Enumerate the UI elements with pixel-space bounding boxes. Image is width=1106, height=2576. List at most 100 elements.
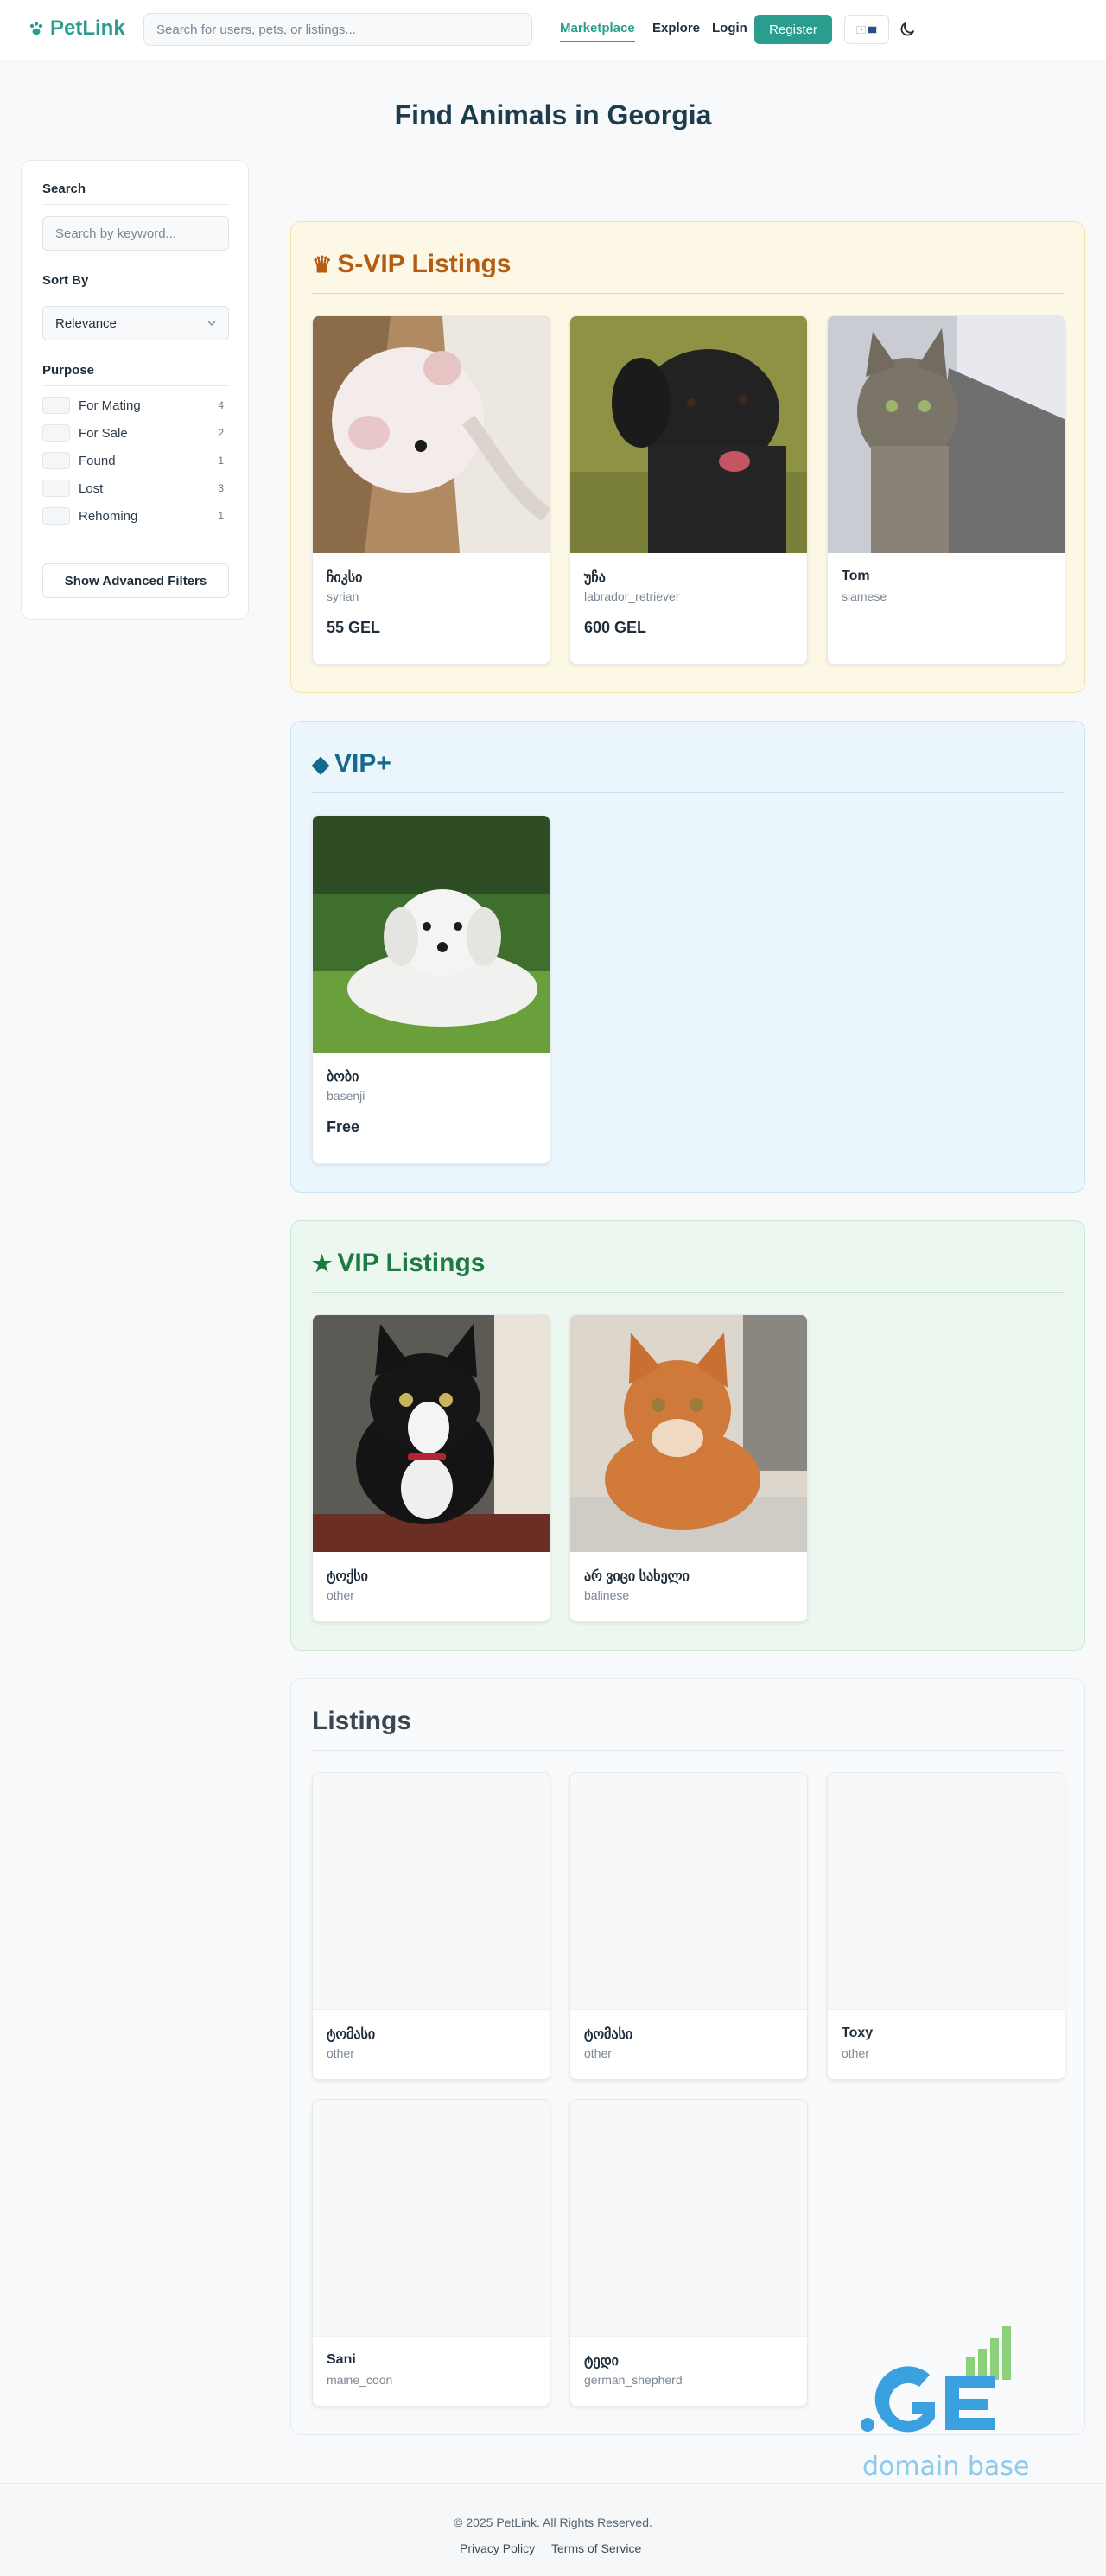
divider	[42, 385, 229, 386]
domain-base-watermark: domain base	[861, 2326, 1029, 2482]
divider	[42, 204, 229, 205]
listing-card[interactable]: ტომასი other	[569, 1772, 808, 2080]
section-title: ★ VIP Listings	[312, 1249, 485, 1278]
petlink-logo[interactable]: PetLink	[28, 16, 125, 41]
pet-name: უჩა	[584, 570, 606, 585]
pet-breed: labrador_retriever	[584, 589, 680, 603]
flag-georgia-icon	[856, 25, 866, 34]
pet-name: ჩიკსი	[327, 570, 363, 585]
pet-breed: other	[584, 2046, 612, 2060]
checkbox[interactable]	[42, 397, 70, 414]
global-search-input[interactable]	[144, 14, 531, 45]
paw-icon	[29, 22, 43, 35]
pet-price: 600 GEL	[584, 619, 647, 636]
checkbox[interactable]	[42, 480, 70, 497]
purpose-count: 2	[218, 427, 224, 439]
pet-breed: other	[327, 2046, 354, 2060]
pet-name: ტომასი	[327, 2027, 376, 2042]
listing-card[interactable]: ტოქსი other	[312, 1314, 550, 1622]
section-title: ◆ VIP+	[312, 749, 391, 779]
purpose-found[interactable]: Found 1	[42, 451, 229, 470]
section-title-text: VIP+	[334, 749, 391, 778]
keyword-search[interactable]	[42, 216, 229, 251]
nav-login[interactable]: Login	[712, 21, 747, 35]
image-placeholder	[313, 2100, 550, 2337]
footer: © 2025 PetLink. All Rights Reserved. Pri…	[0, 2483, 1106, 2576]
listing-card[interactable]: Sani maine_coon	[312, 2099, 550, 2407]
section-title-text: S-VIP Listings	[337, 250, 512, 278]
sort-heading: Sort By	[42, 273, 89, 288]
image-placeholder	[570, 1773, 807, 2010]
purpose-label: For Mating	[79, 398, 141, 413]
moon-icon[interactable]	[899, 19, 918, 38]
search-heading: Search	[42, 181, 86, 196]
pet-name: Sani	[327, 2352, 356, 2367]
pet-breed: other	[842, 2046, 869, 2060]
sort-select[interactable]: Relevance	[42, 306, 229, 340]
pet-name: Toxy	[842, 2026, 874, 2040]
checkbox[interactable]	[42, 507, 70, 525]
purpose-lost[interactable]: Lost 3	[42, 479, 229, 498]
listing-card[interactable]: ჩიკსი syrian 55 GEL	[312, 315, 550, 665]
divider	[312, 1750, 1064, 1751]
purpose-for-mating[interactable]: For Mating 4	[42, 396, 229, 415]
pet-breed: other	[327, 1588, 354, 1602]
pet-name: ტედი	[584, 2354, 619, 2369]
top-navbar: PetLink Marketplace Explore Login Regist…	[0, 0, 1106, 60]
language-switcher[interactable]	[844, 15, 889, 44]
pet-name: არ ვიცი სახელი	[584, 1569, 690, 1584]
vip-section: ★ VIP Listings ტოქსი other არ ვიცი სახელ…	[290, 1220, 1085, 1651]
pet-breed: balinese	[584, 1588, 630, 1602]
listing-card[interactable]: Toxy other	[827, 1772, 1065, 2080]
divider	[312, 1292, 1064, 1293]
checkbox[interactable]	[42, 452, 70, 469]
listing-card[interactable]: ტომასი other	[312, 1772, 550, 2080]
logo-text: PetLink	[50, 16, 125, 40]
star-icon: ★	[312, 1250, 333, 1276]
checkbox[interactable]	[42, 424, 70, 442]
white-dog-photo	[313, 816, 550, 1053]
purpose-label: For Sale	[79, 425, 128, 441]
privacy-policy-link[interactable]: Privacy Policy	[460, 2541, 535, 2555]
purpose-count: 4	[218, 399, 224, 411]
global-search[interactable]	[143, 13, 532, 46]
labrador-photo	[570, 316, 807, 553]
image-placeholder	[313, 1773, 550, 2010]
register-button[interactable]: Register	[754, 15, 832, 44]
listing-card[interactable]: Tom siamese	[827, 315, 1065, 665]
purpose-count: 1	[218, 455, 224, 467]
watermark-text: domain base	[862, 2452, 1029, 2482]
image-placeholder	[828, 1773, 1065, 2010]
purpose-rehoming[interactable]: Rehoming 1	[42, 506, 229, 525]
section-title: Listings	[312, 1707, 411, 1736]
pet-name: Tom	[842, 569, 870, 583]
nav-explore[interactable]: Explore	[652, 21, 700, 35]
show-advanced-filters-button[interactable]: Show Advanced Filters	[42, 563, 229, 598]
section-title-text: Listings	[312, 1707, 412, 1735]
keyword-search-input[interactable]	[43, 217, 228, 250]
purpose-count: 3	[218, 482, 224, 494]
pet-breed: maine_coon	[327, 2373, 393, 2387]
svip-section: ♛ S-VIP Listings ჩიკსი syrian 55 GEL უჩა…	[290, 221, 1085, 693]
listing-card[interactable]: ტედი german_shepherd	[569, 2099, 808, 2407]
section-title: ♛ S-VIP Listings	[312, 250, 511, 279]
section-title-text: VIP Listings	[337, 1249, 486, 1277]
listing-card[interactable]: არ ვიცი სახელი balinese	[569, 1314, 808, 1622]
purpose-for-sale[interactable]: For Sale 2	[42, 423, 229, 442]
purpose-heading: Purpose	[42, 363, 95, 378]
nav-marketplace[interactable]: Marketplace	[560, 21, 635, 42]
diamond-icon: ◆	[312, 750, 329, 777]
pet-breed: syrian	[327, 589, 359, 603]
hamster-photo	[313, 316, 550, 553]
terms-of-service-link[interactable]: Terms of Service	[551, 2541, 641, 2555]
sort-value: Relevance	[55, 315, 117, 331]
divider	[312, 792, 1064, 793]
vip-plus-section: ◆ VIP+ ბობი basenji Free	[290, 721, 1085, 1193]
listing-card[interactable]: ბობი basenji Free	[312, 815, 550, 1164]
pet-price: 55 GEL	[327, 619, 381, 636]
listing-card[interactable]: უჩა labrador_retriever 600 GEL	[569, 315, 808, 665]
pet-price: Free	[327, 1118, 360, 1135]
pet-name: ბობი	[327, 1070, 359, 1084]
copyright-text: © 2025 PetLink. All Rights Reserved.	[454, 2516, 652, 2529]
tabby-cat-photo	[828, 316, 1065, 553]
